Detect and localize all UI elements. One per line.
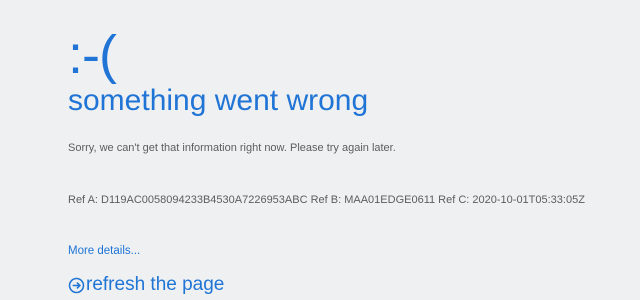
error-message: Sorry, we can't get that information rig…: [68, 142, 396, 154]
arrow-circle-right-icon: [68, 277, 85, 293]
refresh-page-label: refresh the page: [86, 274, 225, 295]
sad-face-emoticon: :-(: [68, 25, 117, 85]
reference-codes: Ref A: D119AC0058094233B4530A7226953ABC …: [68, 194, 585, 206]
refresh-page-link[interactable]: refresh the page: [68, 274, 224, 296]
more-details-link[interactable]: More details...: [68, 245, 140, 257]
error-title: something went wrong: [68, 84, 369, 117]
